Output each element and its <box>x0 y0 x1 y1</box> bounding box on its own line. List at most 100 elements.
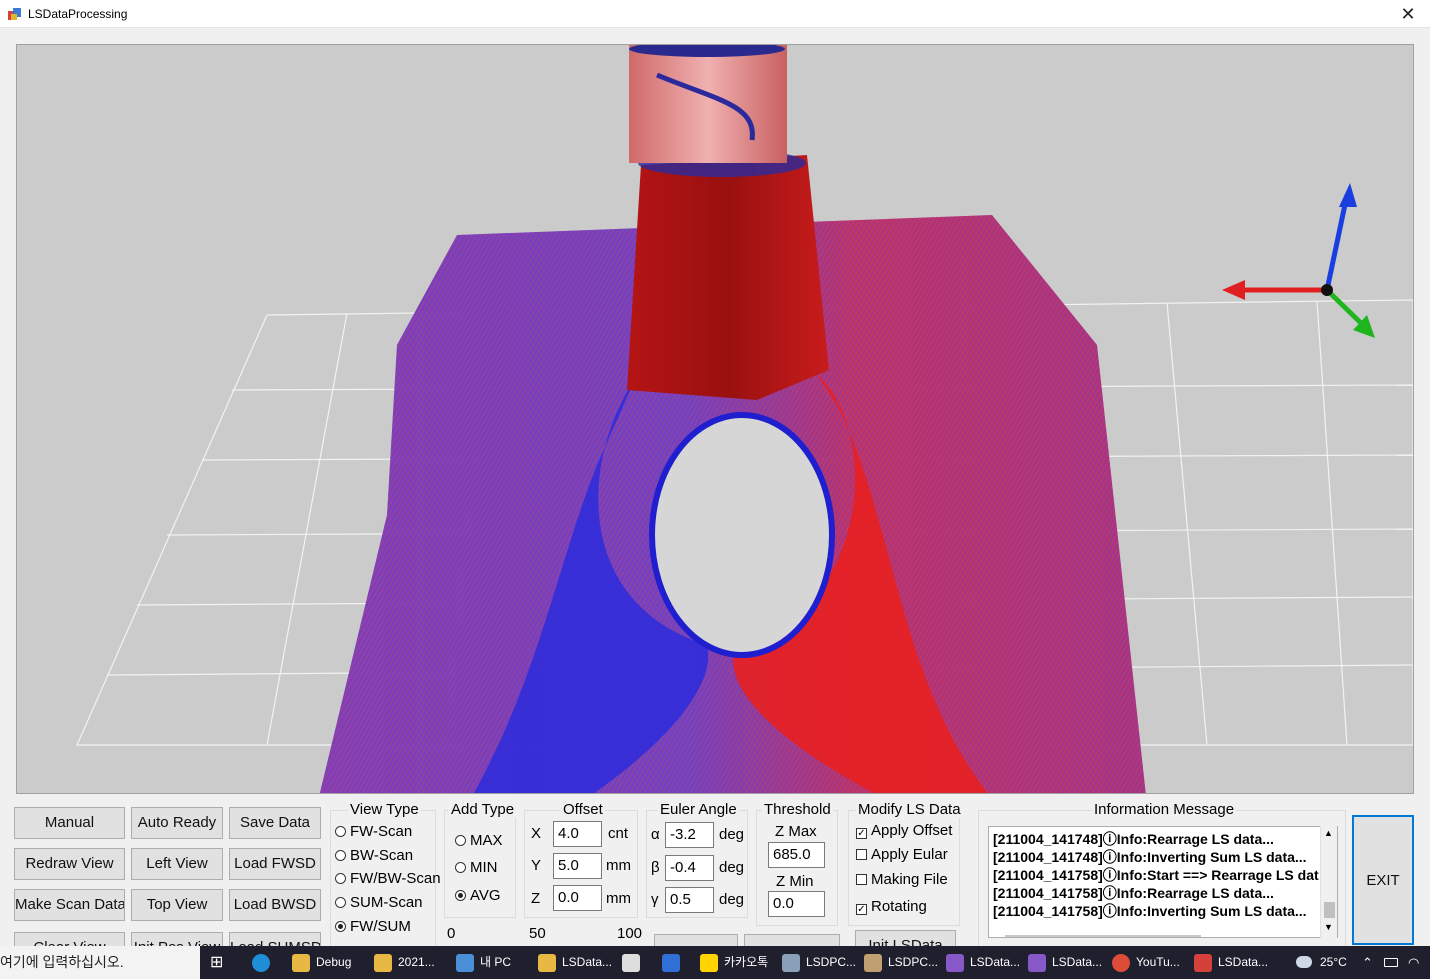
radio-bw-scan[interactable]: BW-Scan <box>335 847 413 864</box>
save-data-button[interactable]: Save Data <box>229 807 321 839</box>
manual-button[interactable]: Manual <box>14 807 125 839</box>
zmin-field[interactable]: 0.0 <box>768 891 825 917</box>
exit-button[interactable]: EXIT <box>1352 815 1414 945</box>
radio-avg[interactable]: AVG <box>455 887 501 904</box>
temperature-label[interactable]: 25°C <box>1320 946 1347 979</box>
taskbar-item-lsdata-1[interactable]: LSData... <box>562 946 612 979</box>
offset-x-unit: cnt <box>608 825 629 842</box>
radio-dot <box>335 897 346 908</box>
offset-x-label: X <box>531 825 542 842</box>
taskbar-item-lsdata-3[interactable]: LSData... <box>1052 946 1102 979</box>
rotating-checkbox[interactable]: ✓ Rotating <box>856 898 927 915</box>
radio-min[interactable]: MIN <box>455 859 498 876</box>
making-file-checkbox[interactable]: Making File <box>856 871 948 888</box>
radio-dot <box>335 850 346 861</box>
store-icon[interactable] <box>622 954 640 972</box>
check-icon: ✓ <box>856 904 867 915</box>
zmax-label: Z Max <box>775 823 817 840</box>
top-view-button[interactable]: Top View <box>131 889 223 921</box>
folder-icon[interactable] <box>374 954 392 972</box>
radio-max[interactable]: MAX <box>455 832 503 849</box>
vertical-scrollbar[interactable]: ▲ ▼ <box>1320 826 1337 938</box>
weather-cloud-icon[interactable] <box>1296 956 1312 968</box>
folder-icon[interactable] <box>292 954 310 972</box>
message-list[interactable]: [211004_141748]ⓘInfo:Rearrage LS data...… <box>988 826 1338 938</box>
radio-fw-sum[interactable]: FW/SUM <box>335 918 411 935</box>
euler-gamma-field[interactable]: 0.5 <box>665 887 714 913</box>
taskbar-item-lsdata-2[interactable]: LSData... <box>970 946 1020 979</box>
mail-icon[interactable] <box>662 954 680 972</box>
task-view-icon[interactable]: ⊞ <box>210 946 223 979</box>
scroll-down-icon[interactable]: ▼ <box>1324 922 1333 932</box>
battery-icon[interactable] <box>1384 958 1398 967</box>
apply-eular-checkbox[interactable]: Apply Eular <box>856 846 948 863</box>
euler-beta-field[interactable]: -0.4 <box>665 855 714 881</box>
zmin-label: Z Min <box>776 873 814 890</box>
zmax-field[interactable]: 685.0 <box>768 842 825 868</box>
taskbar: 여기에 입력하십시오. ⊞ Debug 2021... 내 PC LSData.… <box>0 946 1430 979</box>
taskbar-item-debug[interactable]: Debug <box>316 946 351 979</box>
partial-button-1[interactable] <box>654 934 738 946</box>
euler-alpha-field[interactable]: -3.2 <box>665 822 714 848</box>
load-bwsd-button[interactable]: Load BWSD <box>229 889 321 921</box>
radio-sum-scan[interactable]: SUM-Scan <box>335 894 423 911</box>
offset-x-field[interactable]: 4.0 <box>553 821 602 847</box>
offset-y-field[interactable]: 5.0 <box>553 853 602 879</box>
partial-button-2[interactable] <box>744 934 840 946</box>
visual-studio-icon[interactable] <box>1028 954 1046 972</box>
scale-label-0: 0 <box>447 925 456 942</box>
chrome-icon[interactable] <box>1112 954 1130 972</box>
offset-z-label: Z <box>531 890 541 907</box>
apply-offset-checkbox[interactable]: ✓ Apply Offset <box>856 822 952 839</box>
taskbar-search[interactable]: 여기에 입력하십시오. <box>0 946 200 979</box>
redraw-view-button[interactable]: Redraw View <box>14 848 125 880</box>
kakaotalk-icon[interactable] <box>700 954 718 972</box>
list-item: [211004_141748]ⓘInfo:Inverting Sum LS da… <box>993 849 1307 865</box>
make-scan-data-button[interactable]: Make Scan Data <box>14 889 125 921</box>
load-fwsd-button[interactable]: Load FWSD <box>229 848 321 880</box>
scroll-up-icon[interactable]: ▲ <box>1324 828 1333 838</box>
radio-fw-scan[interactable]: FW-Scan <box>335 823 412 840</box>
wifi-icon[interactable]: ◠ <box>1408 946 1419 979</box>
close-icon[interactable]: ✕ <box>1394 2 1422 26</box>
offset-z-unit: mm <box>606 890 631 907</box>
taskbar-item-lsdpc-2[interactable]: LSDPC... <box>888 946 938 979</box>
title-bar: LSDataProcessing ✕ <box>0 0 1430 28</box>
radio-dot <box>335 873 346 884</box>
left-view-button[interactable]: Left View <box>131 848 223 880</box>
check-icon: ✓ <box>856 828 867 839</box>
radio-fw-bw-scan[interactable]: FW/BW-Scan <box>335 870 441 887</box>
list-item: [211004_141748]ⓘInfo:Rearrage LS data... <box>993 831 1274 847</box>
scan-cone <box>627 155 829 400</box>
modify-ls-data-title: Modify LS Data <box>856 801 963 818</box>
threshold-title: Threshold <box>762 801 833 818</box>
point-cloud-viewport[interactable] <box>16 44 1414 794</box>
taskbar-item-kakaotalk[interactable]: 카카오톡 <box>724 946 768 979</box>
load-sumsd-button[interactable]: Load SUMSD <box>229 932 321 946</box>
scroll-thumb[interactable] <box>1324 902 1335 918</box>
offset-z-field[interactable]: 0.0 <box>553 885 602 911</box>
init-pos-view-button[interactable]: Init Pos View <box>131 932 223 946</box>
window-title: LSDataProcessing <box>28 7 128 21</box>
taskbar-item-lsdata-4[interactable]: LSData... <box>1218 946 1268 979</box>
horizontal-scrollbar[interactable] <box>1005 935 1201 937</box>
computer-icon[interactable] <box>456 954 474 972</box>
scale-label-100: 100 <box>617 925 643 942</box>
visual-studio-icon[interactable] <box>946 954 964 972</box>
folder-icon[interactable] <box>538 954 556 972</box>
clear-view-button[interactable]: Clear View <box>14 932 125 946</box>
taskbar-item-2021[interactable]: 2021... <box>398 946 435 979</box>
taskbar-item-lsdpc-1[interactable]: LSDPC... <box>806 946 856 979</box>
app-icon[interactable] <box>864 954 882 972</box>
view-type-title: View Type <box>348 801 421 818</box>
edge-icon[interactable] <box>252 954 270 972</box>
app-icon[interactable] <box>782 954 800 972</box>
taskbar-item-youtube[interactable]: YouTu... <box>1136 946 1180 979</box>
app-icon[interactable] <box>1194 954 1212 972</box>
euler-gamma-label: γ <box>651 891 659 908</box>
init-lsdata-button[interactable]: Init LSData <box>855 930 956 946</box>
taskbar-item-my-pc[interactable]: 내 PC <box>480 946 511 979</box>
point-cloud-render <box>76 45 1413 793</box>
auto-ready-button[interactable]: Auto Ready <box>131 807 223 839</box>
chevron-up-icon[interactable]: ⌃ <box>1362 946 1373 979</box>
